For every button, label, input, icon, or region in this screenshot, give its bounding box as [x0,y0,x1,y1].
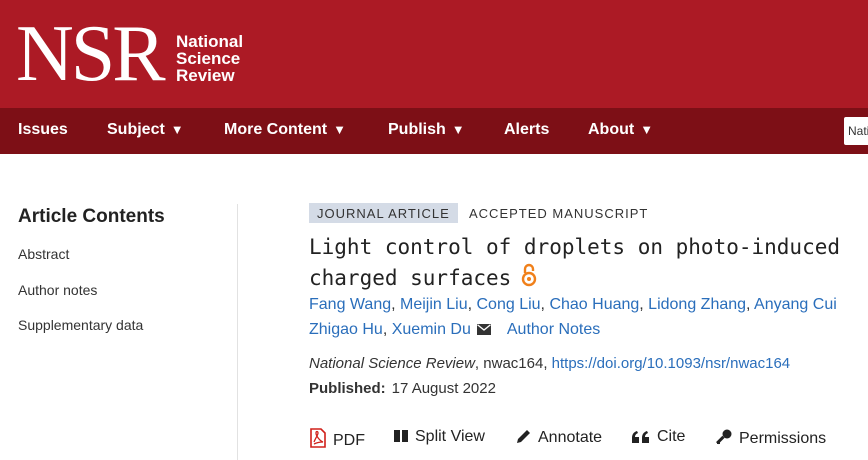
cite-label: Cite [657,428,686,445]
published-line: Published: 17 August 2022 [309,380,496,397]
nav-item-label: Issues [18,121,68,138]
nav-item-label: More Content [224,121,328,138]
author-link[interactable]: Chao Huang [549,296,639,313]
sidebar-divider [237,204,238,460]
envelope-icon[interactable] [476,321,491,341]
pdf-icon [309,428,333,449]
annotate-button[interactable]: Annotate [515,428,602,447]
pdf-button[interactable]: PDF [309,428,365,450]
split-view-icon [393,428,415,445]
caret-down-icon: ▼ [640,122,654,137]
article-title: Light control of droplets on photo-induc… [309,232,868,296]
key-icon [715,429,739,447]
permissions-label: Permissions [739,430,827,447]
sidebar-item-supplementary-data[interactable]: Supplementary data [18,317,143,333]
title-line: Light control of droplets on photo-induc… [309,235,841,259]
logo-subtitle-line: National [176,32,244,51]
logo-subtitle-line: Science [176,49,241,68]
title-line: charged surfaces [309,266,512,290]
logo-subtitle-line: Review [176,66,235,85]
open-access-icon [521,263,537,296]
article-id: nwac164 [483,355,544,372]
nav-item-publish[interactable]: Publish ▼ [388,108,465,154]
quote-icon [631,428,657,445]
author-notes-link[interactable]: Author Notes [507,321,600,338]
citation-line: National Science Review, nwac164, https:… [309,355,791,372]
nav-item-issues[interactable]: Issues [18,108,68,154]
author-list: Fang Wang, Meijin Liu, Cong Liu, Chao Hu… [309,296,837,313]
sidebar-item-author-notes[interactable]: Author notes [18,282,97,298]
site-header: NSR National Science Review [0,0,868,108]
main-nav: Issues Subject ▼ More Content ▼ Publish ▼ A… [0,108,868,154]
caret-down-icon: ▼ [170,122,184,137]
author-link[interactable]: Cong Liu [477,296,541,313]
split-view-button[interactable]: Split View [393,428,485,446]
logo-subtitle[interactable]: National Science Review [176,33,243,84]
nav-item-more-content[interactable]: More Content ▼ [224,108,346,154]
nav-item-label: Publish [388,121,446,138]
journal-name: National Science Review [309,355,475,372]
permissions-button[interactable]: Permissions [715,428,826,448]
search-input[interactable]: Nati [844,117,868,145]
author-list-continued: Zhigao Hu, Xuemin Du Author Notes [309,320,600,341]
published-date: 17 August 2022 [391,380,496,397]
caret-down-icon: ▼ [451,122,465,137]
nav-item-label: Subject [107,121,165,138]
article-type-badge: JOURNAL ARTICLE [309,203,458,223]
doi-link[interactable]: https://doi.org/10.1093/nsr/nwac164 [552,355,791,372]
article-status: ACCEPTED MANUSCRIPT [469,206,649,221]
sidebar-item-abstract[interactable]: Abstract [18,246,69,262]
author-link[interactable]: Xuemin Du [392,321,471,338]
author-link[interactable]: Meijin Liu [400,296,468,313]
author-link[interactable]: Zhigao Hu [309,321,383,338]
nav-item-alerts[interactable]: Alerts [504,108,549,154]
author-link[interactable]: Lidong Zhang [648,296,746,313]
nav-item-label: About [588,121,635,138]
nav-item-label: Alerts [504,121,550,138]
nav-item-about[interactable]: About ▼ [588,108,653,154]
pdf-label: PDF [333,432,365,449]
author-link[interactable]: Anyang Cui [754,296,837,313]
pencil-icon [515,429,538,446]
annotate-label: Annotate [538,429,603,446]
sidebar-title: Article Contents [18,206,165,227]
split-view-label: Split View [415,428,485,445]
nav-item-subject[interactable]: Subject ▼ [107,108,184,154]
author-link[interactable]: Fang Wang [309,296,391,313]
nsr-logo[interactable]: NSR [16,10,166,98]
cite-button[interactable]: Cite [631,428,685,446]
published-label: Published: [309,380,386,397]
caret-down-icon: ▼ [333,122,346,137]
